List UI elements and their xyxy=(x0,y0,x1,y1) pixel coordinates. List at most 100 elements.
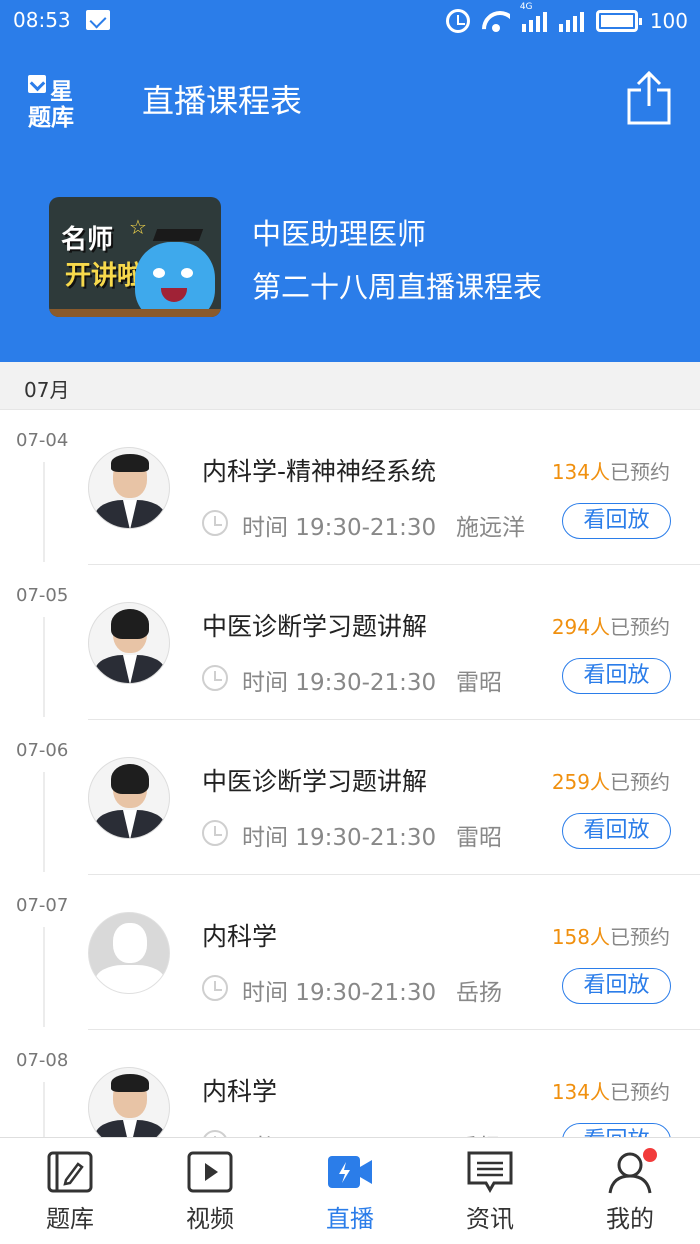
share-icon[interactable] xyxy=(626,70,672,126)
news-icon xyxy=(467,1151,513,1194)
live-icon xyxy=(328,1156,372,1188)
video-icon xyxy=(187,1151,233,1193)
tab-label: 直播 xyxy=(326,1205,374,1233)
timeline-line xyxy=(43,462,45,562)
logo-text-bottom: 题库 xyxy=(28,105,74,131)
schedule-date: 07-04 xyxy=(16,430,69,451)
tab-label: 我的 xyxy=(606,1205,654,1233)
question-bank-icon xyxy=(47,1151,93,1193)
replay-button[interactable]: 看回放 xyxy=(562,813,671,849)
hero-image: 名师 ☆ 开讲啦 xyxy=(49,197,221,317)
schedule-date: 07-07 xyxy=(16,895,69,916)
hero-subtitle: 中医助理医师 第二十八周直播课程表 xyxy=(252,208,542,314)
network-type: 4G xyxy=(519,2,533,12)
teacher-name: 雷昭 xyxy=(456,670,502,696)
schedule-item[interactable]: 07-07 内科学 158人已预约 时间 19:30-21:30 岳扬 看回放 xyxy=(0,875,700,1030)
course-time: 时间 19:30-21:30 xyxy=(242,980,437,1006)
timeline-line xyxy=(43,772,45,872)
clock-icon xyxy=(202,510,228,536)
hero-banner: 名师 ☆ 开讲啦 中医助理医师 第二十八周直播课程表 xyxy=(0,150,700,362)
clock-icon xyxy=(202,665,228,691)
course-time: 时间 19:30-21:30 xyxy=(242,670,437,696)
teacher-avatar xyxy=(88,447,170,529)
clock-icon xyxy=(202,975,228,1001)
tab-profile[interactable]: 我的 xyxy=(560,1138,700,1244)
reservation-number: 259人 xyxy=(551,770,610,794)
tab-news[interactable]: 资讯 xyxy=(420,1138,560,1244)
reservation-count: 294人已预约 xyxy=(552,611,670,640)
schedule-date: 07-05 xyxy=(16,585,69,606)
course-title: 中医诊断学习题讲解 xyxy=(202,767,428,796)
schedule-item[interactable]: 07-06 中医诊断学习题讲解 259人已预约 时间 19:30-21:30 雷… xyxy=(0,720,700,875)
mascot-icon xyxy=(135,242,215,317)
teacher-avatar xyxy=(88,602,170,684)
hero-image-text-bottom: 开讲啦 xyxy=(65,261,144,291)
signal-icon-2 xyxy=(558,10,584,32)
teacher-name: 岳扬 xyxy=(456,1128,502,1137)
tab-live[interactable]: 直播 xyxy=(280,1138,420,1244)
bottom-tab-bar: 题库 视频 直播 资讯 我的 xyxy=(0,1137,700,1244)
reservation-label: 已预约 xyxy=(610,1080,670,1104)
teacher-avatar xyxy=(88,1067,170,1137)
replay-button[interactable]: 看回放 xyxy=(562,968,671,1004)
tab-label: 资讯 xyxy=(466,1205,514,1233)
schedule-item[interactable]: 07-08 内科学 134人已预约 时间 19:30-21:30 岳扬 看回放 xyxy=(0,1030,700,1137)
signal-icon: 4G xyxy=(520,2,547,32)
course-title: 中医诊断学习题讲解 xyxy=(202,612,428,641)
tab-video[interactable]: 视频 xyxy=(140,1138,280,1244)
reservation-label: 已预约 xyxy=(610,925,670,949)
reservation-number: 134人 xyxy=(551,1080,610,1104)
course-title: 内科学 xyxy=(202,1077,278,1106)
wifi-icon xyxy=(482,9,510,33)
course-title: 内科学 xyxy=(202,922,278,951)
message-icon xyxy=(86,10,110,30)
tab-question-bank[interactable]: 题库 xyxy=(0,1138,140,1244)
replay-button[interactable]: 看回放 xyxy=(562,1123,671,1137)
replay-button[interactable]: 看回放 xyxy=(562,503,671,539)
month-header: 07月 xyxy=(0,362,700,410)
clock-icon xyxy=(202,820,228,846)
month-label: 07月 xyxy=(24,378,70,402)
app-bar: 星 题库 直播课程表 xyxy=(0,44,700,150)
schedule-date: 07-08 xyxy=(16,1050,69,1071)
status-time: 08:53 xyxy=(13,8,71,32)
course-time: 时间 19:30-21:30 xyxy=(242,515,437,541)
reservation-count: 158人已预约 xyxy=(552,921,670,950)
teacher-avatar xyxy=(88,757,170,839)
graduation-cap-icon xyxy=(152,229,204,241)
course-time: 时间 19:30-21:30 xyxy=(242,1128,436,1137)
status-bar: 08:53 4G 100 xyxy=(0,0,700,44)
schedule-list[interactable]: 07-04 内科学-精神神经系统 134人已预约 时间 19:30-21:30 … xyxy=(0,410,700,1137)
reservation-count: 134人已预约 xyxy=(552,1076,670,1105)
tab-label: 视频 xyxy=(186,1205,234,1233)
reservation-number: 294人 xyxy=(551,615,610,639)
timeline-line xyxy=(43,1082,45,1137)
replay-button[interactable]: 看回放 xyxy=(562,658,671,694)
course-title: 内科学-精神神经系统 xyxy=(202,457,437,486)
teacher-name: 雷昭 xyxy=(456,825,502,851)
reservation-label: 已预约 xyxy=(610,615,670,639)
schedule-item[interactable]: 07-04 内科学-精神神经系统 134人已预约 时间 19:30-21:30 … xyxy=(0,410,700,565)
app-logo[interactable]: 星 题库 xyxy=(28,72,84,131)
clock-icon xyxy=(202,1130,228,1137)
timeline-line xyxy=(43,617,45,717)
reservation-number: 158人 xyxy=(551,925,610,949)
alarm-icon xyxy=(445,9,470,33)
reservation-count: 259人已预约 xyxy=(552,766,670,795)
teacher-name: 岳扬 xyxy=(456,980,502,1006)
notification-dot xyxy=(643,1148,657,1162)
reservation-count: 134人已预约 xyxy=(552,456,670,485)
schedule-item[interactable]: 07-05 中医诊断学习题讲解 294人已预约 时间 19:30-21:30 雷… xyxy=(0,565,700,720)
default-avatar-icon xyxy=(88,912,170,994)
schedule-date: 07-06 xyxy=(16,740,69,761)
course-time: 时间 19:30-21:30 xyxy=(242,825,437,851)
screen: { "status_bar": { "time": "08:53", "netw… xyxy=(0,0,700,1244)
teacher-name: 施远洋 xyxy=(456,515,525,541)
star-icon: ☆ xyxy=(129,215,147,239)
battery-level: 100 xyxy=(649,9,688,33)
reservation-label: 已预约 xyxy=(610,770,670,794)
board-edge xyxy=(49,309,221,317)
reservation-number: 134人 xyxy=(551,460,610,484)
hero-image-text-top: 名师 xyxy=(61,225,114,255)
logo-mark-icon xyxy=(28,75,46,93)
